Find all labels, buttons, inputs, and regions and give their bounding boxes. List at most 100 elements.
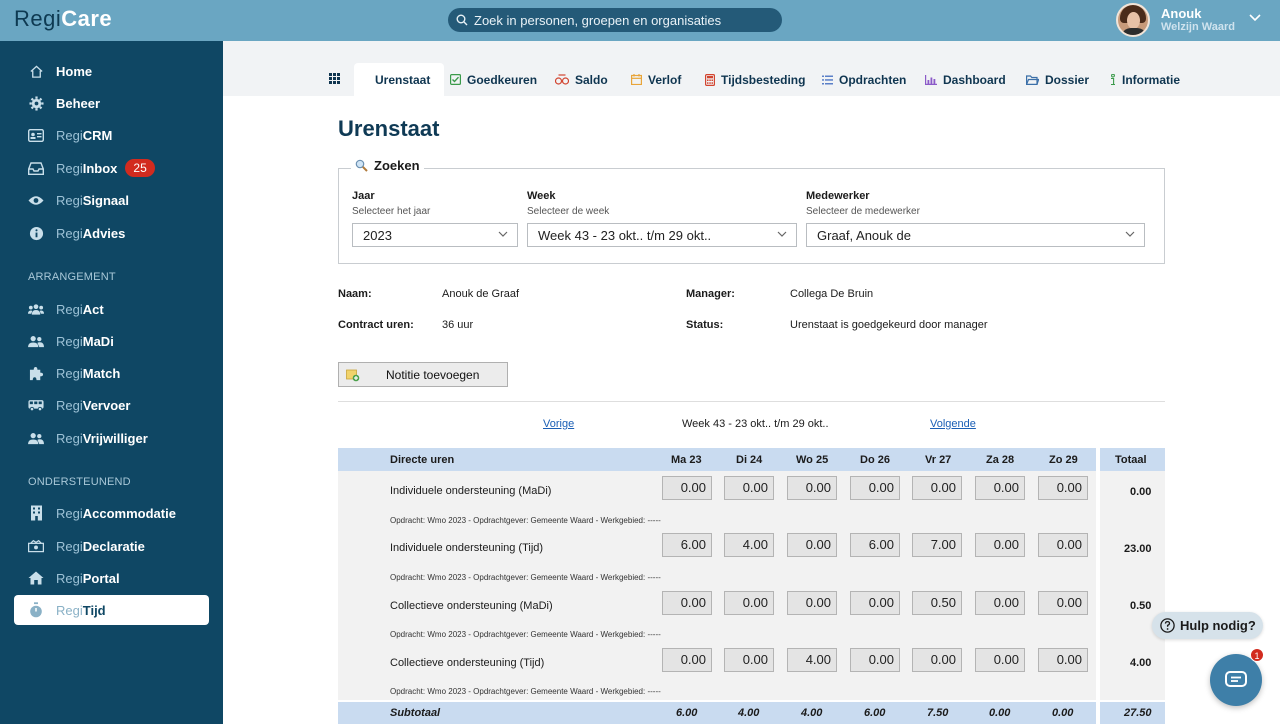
tab-dossier[interactable]: Dossier [1026, 63, 1089, 96]
jaar-select[interactable]: 2023 [352, 223, 518, 247]
hours-input[interactable]: 0.00 [912, 648, 962, 672]
search-input[interactable]: Zoek in personen, groepen en organisatie… [448, 8, 782, 32]
contract-label: Contract uren: [338, 319, 414, 331]
total-header: Totaal [1115, 454, 1147, 466]
hours-input[interactable]: 0.00 [787, 476, 837, 500]
sidebar-item-regiaccommodatie[interactable]: Regi Accommodatie [14, 498, 209, 528]
table-row-label: Collectieve ondersteuning (Tijd) [390, 657, 545, 669]
hours-input[interactable]: 0.00 [724, 648, 774, 672]
add-note-button[interactable]: Notitie toevoegen [338, 362, 508, 387]
day-header: Ma 23 [671, 454, 702, 466]
hours-input[interactable]: 0.00 [1038, 648, 1088, 672]
sidebar-item-regivervoer[interactable]: Regi Vervoer [14, 390, 209, 420]
sidebar-item-regitijd[interactable]: Regi Tijd [14, 595, 209, 625]
hours-input[interactable]: 0.00 [975, 648, 1025, 672]
eye-icon [28, 192, 44, 208]
hours-input[interactable]: 0.00 [787, 591, 837, 615]
hours-input[interactable]: 0.00 [975, 591, 1025, 615]
hours-input[interactable]: 0.00 [662, 476, 712, 500]
user-name[interactable]: Anouk [1161, 6, 1201, 21]
tab-goedkeuren[interactable]: Goedkeuren [450, 63, 537, 96]
sidebar-item-home[interactable]: Home [14, 56, 209, 86]
tab-verlof[interactable]: Verlof [631, 63, 681, 96]
tab-urenstaat[interactable]: Urenstaat [354, 63, 445, 96]
sidebar-item-regimadi[interactable]: Regi MaDi [14, 326, 209, 356]
tab-dashboard[interactable]: Dashboard [925, 63, 1006, 96]
sidebar-item-label: Vervoer [82, 397, 131, 413]
hours-input[interactable]: 0.00 [1038, 476, 1088, 500]
hours-input[interactable]: 0.50 [912, 591, 962, 615]
sidebar-item-label: Declaratie [82, 538, 145, 554]
tab-opdrachten[interactable]: Opdrachten [822, 63, 906, 96]
sidebar-item-label: Accommodatie [82, 505, 176, 521]
table-header-label: Directe uren [390, 454, 455, 466]
subtotal-value: 7.50 [927, 707, 949, 719]
sidebar-item-label: Signaal [82, 192, 129, 208]
next-week-link[interactable]: Volgende [930, 418, 976, 430]
sidebar-item-regimatch[interactable]: Regi Match [14, 358, 209, 388]
week-select[interactable]: Week 43 - 23 okt.. t/m 29 okt.. [527, 223, 797, 247]
table-row-label: Individuele ondersteuning (Tijd) [390, 542, 544, 554]
table-row-label: Collectieve ondersteuning (MaDi) [390, 600, 553, 612]
logo-prefix: Regi [14, 6, 62, 31]
manager-value: Collega De Bruin [790, 288, 874, 300]
jaar-hint: Selecteer het jaar [352, 206, 431, 217]
sidebar-item-regiportal[interactable]: Regi Portal [14, 563, 209, 593]
hours-input[interactable]: 0.00 [850, 648, 900, 672]
info-icon [1110, 73, 1116, 86]
home-icon [28, 63, 44, 79]
subtotal-value: 4.00 [738, 707, 760, 719]
sidebar-section-ondersteunend: ONDERSTEUNEND [28, 476, 131, 488]
avatar[interactable] [1116, 3, 1150, 37]
sidebar-item-regiadvies[interactable]: Regi Advies [14, 218, 209, 248]
sidebar-item-regiinbox[interactable]: Regi Inbox 25 [14, 153, 209, 183]
hours-input[interactable]: 0.00 [724, 476, 774, 500]
medewerker-select[interactable]: Graaf, Anouk de [806, 223, 1145, 247]
hours-input[interactable]: 0.00 [912, 476, 962, 500]
bus-icon [28, 397, 44, 413]
sidebar-item-regideclaratie[interactable]: Regi Declaratie [14, 531, 209, 561]
hours-input[interactable]: 4.00 [724, 533, 774, 557]
page-title: Urenstaat [338, 116, 440, 141]
row-total: 0.50 [1130, 600, 1152, 612]
chat-button[interactable] [1210, 654, 1262, 706]
hours-input[interactable]: 0.00 [662, 648, 712, 672]
sidebar-item-regiact[interactable]: Regi Act [14, 294, 209, 324]
medewerker-value: Graaf, Anouk de [817, 227, 911, 243]
previous-week-link[interactable]: Vorige [543, 418, 574, 430]
search-placeholder: Zoek in personen, groepen en organisatie… [474, 12, 722, 28]
help-button[interactable]: Hulp nodig? [1152, 612, 1263, 639]
hours-input[interactable]: 0.00 [975, 533, 1025, 557]
hours-input[interactable]: 0.00 [1038, 591, 1088, 615]
sidebar-item-label: Advies [82, 225, 126, 241]
sidebar-item-regisignaal[interactable]: Regi Signaal [14, 185, 209, 215]
hours-input[interactable]: 0.00 [850, 476, 900, 500]
status-value: Urenstaat is goedgekeurd door manager [790, 319, 988, 331]
hours-input[interactable]: 6.00 [662, 533, 712, 557]
day-header: Vr 27 [925, 454, 952, 466]
sidebar-item-regivrijwilliger[interactable]: Regi Vrijwilliger [14, 423, 209, 453]
sidebar-item-regicrm[interactable]: Regi CRM [14, 120, 209, 150]
hours-input[interactable]: 0.00 [724, 591, 774, 615]
hours-input[interactable]: 0.00 [850, 591, 900, 615]
hours-input[interactable]: 0.00 [787, 533, 837, 557]
chevron-down-icon[interactable] [1249, 14, 1261, 22]
tab-saldo[interactable]: Saldo [555, 63, 608, 96]
hours-input[interactable]: 7.00 [912, 533, 962, 557]
tab-informatie[interactable]: Informatie [1110, 63, 1180, 96]
hours-input[interactable]: 6.00 [850, 533, 900, 557]
hours-input[interactable]: 0.00 [975, 476, 1025, 500]
row-assignment-info: Opdracht: Wmo 2023 - Opdrachtgever: Geme… [390, 573, 661, 582]
hours-input[interactable]: 0.00 [1038, 533, 1088, 557]
logo[interactable]: RegiCare [14, 6, 112, 32]
users-icon [28, 301, 44, 317]
search-legend: Zoeken [351, 158, 424, 173]
grid-menu-icon[interactable] [329, 73, 340, 84]
tab-tijdsbesteding[interactable]: Tijdsbesteding [705, 63, 805, 96]
sidebar-item-beheer[interactable]: Beheer [14, 88, 209, 118]
subtotal-value: 6.00 [676, 707, 698, 719]
money-icon [28, 538, 44, 554]
hours-input[interactable]: 4.00 [787, 648, 837, 672]
medewerker-label: Medewerker [806, 190, 870, 202]
hours-input[interactable]: 0.00 [662, 591, 712, 615]
